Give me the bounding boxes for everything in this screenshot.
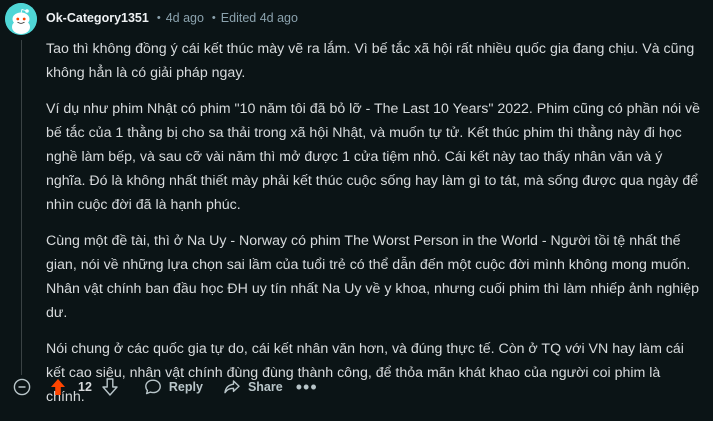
avatar[interactable] xyxy=(5,3,37,35)
upvote-arrow-icon xyxy=(51,379,65,395)
comment: Ok-Category1351 • 4d ago • Edited 4d ago… xyxy=(0,0,713,405)
timestamp[interactable]: 4d ago xyxy=(166,11,204,25)
speech-bubble-icon xyxy=(145,379,161,395)
downvote-arrow-icon xyxy=(102,378,118,396)
comment-paragraph: Tao thì không đồng ý cái kết thúc mày vẽ… xyxy=(46,41,695,81)
comment-meta: Ok-Category1351 • 4d ago • Edited 4d ago xyxy=(46,10,298,26)
vote-score: 12 xyxy=(78,380,92,394)
ellipsis-icon: ••• xyxy=(295,376,318,397)
upvote-button[interactable] xyxy=(48,377,68,397)
comment-body: Tao thì không đồng ý cái kết thúc mày vẽ… xyxy=(46,37,702,421)
comment-action-bar: 12 Reply Share ••• xyxy=(12,372,321,402)
comment-paragraph: Cùng một đề tài, thì ở Na Uy - Norway có… xyxy=(46,233,700,321)
snoo-avatar-icon xyxy=(5,3,37,35)
more-options-button[interactable]: ••• xyxy=(293,373,321,401)
share-arrow-icon xyxy=(224,380,240,394)
edited-label: Edited 4d ago xyxy=(220,11,298,25)
author-name[interactable]: Ok-Category1351 xyxy=(46,11,149,25)
minus-circle-icon xyxy=(13,378,31,396)
share-label: Share xyxy=(247,380,283,394)
reply-button[interactable]: Reply xyxy=(134,372,213,402)
meta-separator: • xyxy=(156,12,161,24)
vote-group: 12 xyxy=(48,377,120,397)
reply-label: Reply xyxy=(168,380,203,394)
comment-paragraph: Ví dụ như phim Nhật có phim "10 năm tôi … xyxy=(46,101,701,213)
share-button[interactable]: Share xyxy=(213,372,293,402)
downvote-button[interactable] xyxy=(100,377,120,397)
thread-line[interactable] xyxy=(21,40,22,375)
collapse-button[interactable] xyxy=(12,377,32,397)
meta-separator: • xyxy=(211,12,216,24)
